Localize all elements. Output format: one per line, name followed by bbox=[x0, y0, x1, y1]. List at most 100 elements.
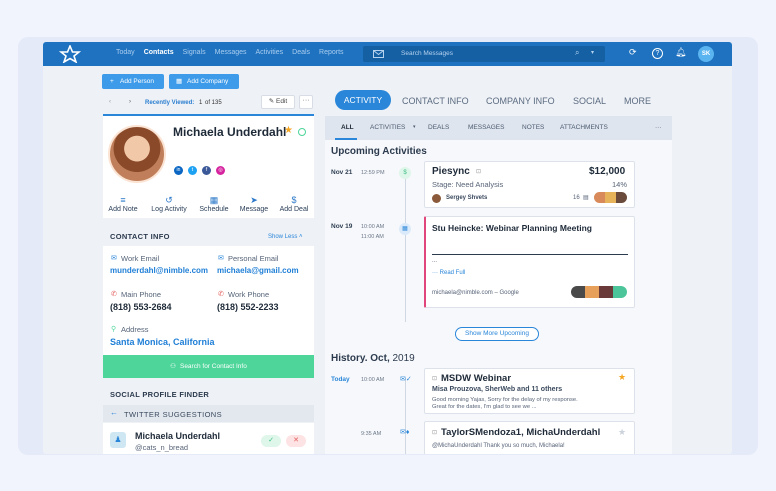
address-label: Address bbox=[121, 325, 149, 334]
search-placeholder: Search Messages bbox=[401, 50, 454, 57]
personal-email-value[interactable]: michaela@gmail.com bbox=[217, 266, 299, 275]
bell-icon[interactable]: 🔔︎ bbox=[675, 47, 686, 58]
suggestion-handle: @cats_n_bread bbox=[135, 443, 189, 452]
attendee-avatars bbox=[571, 286, 627, 298]
history-icon: ↺ bbox=[165, 195, 173, 205]
star-outline-icon[interactable]: ★ bbox=[618, 427, 626, 438]
chevron-down-icon[interactable]: ▾ bbox=[591, 49, 594, 56]
deal-probability: 14% bbox=[612, 180, 628, 189]
contact-name: Michaela Underdahl bbox=[173, 125, 287, 139]
building-icon: ▦ bbox=[176, 78, 183, 85]
nav-deals[interactable]: Deals bbox=[292, 49, 310, 56]
subtab-notes[interactable]: NOTES bbox=[522, 124, 544, 131]
suggestion-name[interactable]: Michaela Underdahl bbox=[135, 431, 220, 441]
history-item2-time: 9:35 AM bbox=[361, 431, 382, 437]
work-phone-label: Work Phone bbox=[228, 290, 270, 299]
twitter-suggestions-heading: TWITTER SUGGESTIONS bbox=[124, 410, 223, 419]
work-email-label: Work Email bbox=[121, 254, 160, 263]
accept-check-icon[interactable]: ✓ bbox=[261, 435, 281, 447]
meeting-title[interactable]: Stu Heincke: Webinar Planning Meeting bbox=[432, 223, 592, 233]
sync-icon[interactable]: ⟳ bbox=[629, 47, 637, 58]
lock-icon: ⊡ bbox=[432, 430, 438, 436]
nimble-logo[interactable] bbox=[59, 45, 81, 63]
email-icon: ✉ bbox=[218, 255, 224, 262]
show-less-link[interactable]: Show Less ˄ bbox=[268, 234, 303, 240]
reject-x-icon[interactable]: ✕ bbox=[286, 435, 306, 447]
avatar bbox=[108, 125, 166, 183]
message-button[interactable]: ➤ Message bbox=[234, 195, 274, 213]
tab-more[interactable]: MORE bbox=[624, 96, 651, 106]
history-item1-time: 10:00 AM bbox=[361, 377, 385, 383]
user-avatar[interactable]: SK bbox=[698, 46, 714, 62]
send-icon: ➤ bbox=[250, 195, 258, 205]
nav-today[interactable]: Today bbox=[116, 49, 135, 56]
subtab-activities[interactable]: ACTIVITIES bbox=[370, 124, 405, 131]
subtab-attachments[interactable]: ATTACHMENTS bbox=[560, 124, 608, 131]
subtab-overflow[interactable]: ··· bbox=[655, 124, 662, 131]
history-heading: History. Oct, 2019 bbox=[331, 353, 415, 364]
help-icon[interactable]: ? bbox=[652, 48, 663, 59]
facebook-icon[interactable]: f bbox=[202, 166, 211, 175]
twitter-icon[interactable]: t bbox=[188, 166, 197, 175]
status-circle-icon bbox=[298, 128, 306, 136]
schedule-button[interactable]: ▦ Schedule bbox=[194, 195, 234, 213]
more-options-button[interactable]: ··· bbox=[299, 95, 313, 109]
address-value[interactable]: Santa Monica, California bbox=[110, 337, 215, 347]
participant-avatars bbox=[594, 192, 627, 203]
search-input[interactable]: Search Messages ⌕ ▾ bbox=[363, 46, 605, 62]
lock-icon: ⊡ bbox=[432, 376, 438, 382]
deal-name[interactable]: Piesync bbox=[432, 166, 470, 177]
deal-stage: Stage: Need Analysis bbox=[432, 180, 504, 189]
tab-company-info[interactable]: COMPANY INFO bbox=[486, 96, 555, 106]
add-company-button[interactable]: ▦ Add Company bbox=[169, 74, 239, 89]
deal-owner: Sergey Shvets bbox=[446, 195, 488, 201]
nav-reports[interactable]: Reports bbox=[319, 49, 344, 56]
recently-viewed-label[interactable]: Recently Viewed: bbox=[145, 100, 194, 106]
subtab-all[interactable]: ALL bbox=[341, 124, 354, 131]
linkedin-icon[interactable]: in bbox=[174, 166, 183, 175]
add-person-button[interactable]: + Add Person bbox=[102, 74, 164, 89]
tweet-title[interactable]: TaylorSMendoza1, MichaUnderdahl bbox=[441, 427, 600, 438]
ellipsis-icon: ... bbox=[432, 258, 438, 264]
show-more-upcoming-button[interactable]: Show More Upcoming bbox=[455, 327, 539, 341]
work-phone-value[interactable]: (818) 552-2233 bbox=[217, 302, 279, 312]
tab-activity[interactable]: ACTIVITY bbox=[335, 90, 391, 110]
add-deal-button[interactable]: $ Add Deal bbox=[274, 195, 314, 213]
instagram-icon[interactable]: ◎ bbox=[216, 166, 225, 175]
calendar-icon: ▦ bbox=[209, 195, 219, 205]
add-note-button[interactable]: ≡ Add Note bbox=[103, 195, 143, 213]
back-arrow-icon[interactable]: ← bbox=[110, 408, 118, 417]
edit-button[interactable]: ✎ Edit bbox=[261, 95, 295, 109]
main-phone-label: Main Phone bbox=[121, 290, 162, 299]
caret-down-icon[interactable]: ▾ bbox=[413, 124, 416, 130]
lock-icon: ⊡ bbox=[476, 169, 482, 175]
subtab-messages[interactable]: MESSAGES bbox=[468, 124, 504, 131]
tab-social[interactable]: SOCIAL bbox=[573, 96, 606, 106]
nav-activities[interactable]: Activities bbox=[256, 49, 284, 56]
nav-signals[interactable]: Signals bbox=[183, 49, 206, 56]
star-icon[interactable]: ★ bbox=[284, 125, 293, 136]
nav-messages[interactable]: Messages bbox=[215, 49, 247, 56]
main-phone-value[interactable]: (818) 553-2684 bbox=[110, 302, 172, 312]
email-icon: ✉ bbox=[111, 255, 117, 262]
log-activity-button[interactable]: ↺ Log Activity bbox=[148, 195, 190, 213]
webinar-title[interactable]: MSDW Webinar bbox=[441, 373, 511, 384]
prev-arrow-icon[interactable]: ‹ bbox=[109, 99, 111, 105]
add-person-label: Add Person bbox=[120, 78, 154, 85]
search-icon[interactable]: ⌕ bbox=[575, 48, 579, 58]
subtab-deals[interactable]: DEALS bbox=[428, 124, 449, 131]
tab-contact-info[interactable]: CONTACT INFO bbox=[402, 96, 469, 106]
work-email-value[interactable]: munderdahl@nimble.com bbox=[110, 266, 208, 275]
star-icon[interactable]: ★ bbox=[618, 372, 626, 383]
social-finder-heading: SOCIAL PROFILE FINDER bbox=[110, 390, 210, 399]
add-deal-label: Add Deal bbox=[279, 206, 309, 213]
add-person-icon: + bbox=[110, 78, 114, 85]
search-contact-info-button[interactable]: ⚇ Search for Contact Info bbox=[103, 355, 314, 378]
activity-filter-tabs: ALL ACTIVITIES ▾ DEALS MESSAGES NOTES AT… bbox=[325, 116, 672, 140]
nav-contacts[interactable]: Contacts bbox=[144, 49, 174, 56]
read-full-label: Read Full bbox=[439, 270, 466, 276]
meeting-source: michaela@nimble.com – Google bbox=[432, 290, 519, 296]
next-arrow-icon[interactable]: › bbox=[129, 99, 131, 105]
show-less-label: Show Less bbox=[268, 234, 298, 240]
read-full-link[interactable]: ··· Read Full bbox=[432, 270, 465, 276]
